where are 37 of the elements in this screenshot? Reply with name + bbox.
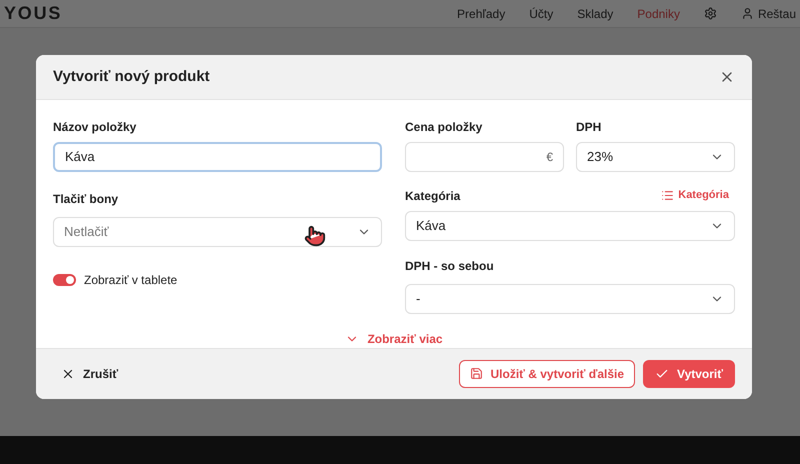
- category-link[interactable]: Kategória: [661, 187, 729, 204]
- save-and-new-button[interactable]: Uložiť & vytvoriť ďalšie: [458, 360, 636, 388]
- input-value: Káva: [65, 148, 95, 166]
- field-label: Názov položky: [53, 118, 138, 136]
- nav-link[interactable]: Prehľady: [457, 4, 506, 22]
- select-value: 23%: [587, 148, 614, 166]
- user-name[interactable]: Reštau: [758, 4, 796, 22]
- field-label: DPH: [576, 118, 602, 136]
- vat-select[interactable]: 23%: [576, 142, 735, 172]
- toggle-label: Zobraziť v tablete: [84, 272, 178, 289]
- user-icon[interactable]: [740, 7, 754, 20]
- field-label: Tlačiť bony: [53, 192, 118, 206]
- create-button[interactable]: Vytvoriť: [643, 360, 735, 388]
- nav-link[interactable]: Podniky: [637, 4, 680, 22]
- price-input-field[interactable]: €: [405, 142, 564, 172]
- field-label: DPH - so sebou: [405, 258, 494, 273]
- print-select[interactable]: Netlačiť: [53, 216, 382, 247]
- cancel-button[interactable]: Zrušiť: [53, 358, 126, 389]
- nav-link[interactable]: Sklady: [577, 4, 614, 22]
- field-label: Cena položky: [405, 118, 484, 136]
- dialog-title: Vytvoriť nový produkt: [53, 66, 210, 87]
- select-value: -: [416, 290, 420, 308]
- logo: YOUS: [4, 2, 62, 25]
- hand-cursor-icon: [304, 224, 326, 247]
- vat-takeaway-select[interactable]: -: [405, 284, 735, 314]
- save-icon: [470, 367, 483, 380]
- nav-link[interactable]: Účty: [529, 4, 554, 22]
- select-value: Káva: [416, 216, 446, 235]
- field-label: Kategória: [405, 188, 460, 205]
- settings-icon[interactable]: [704, 7, 717, 20]
- category-select[interactable]: Káva: [405, 210, 735, 241]
- name-input-field[interactable]: Káva: [53, 142, 382, 172]
- currency-suffix: €: [546, 148, 553, 166]
- show-more-link[interactable]: Zobraziť viac: [345, 330, 443, 348]
- toggle-switch[interactable]: [53, 274, 76, 286]
- list-icon: [661, 189, 674, 202]
- select-placeholder: Netlačiť: [64, 222, 109, 241]
